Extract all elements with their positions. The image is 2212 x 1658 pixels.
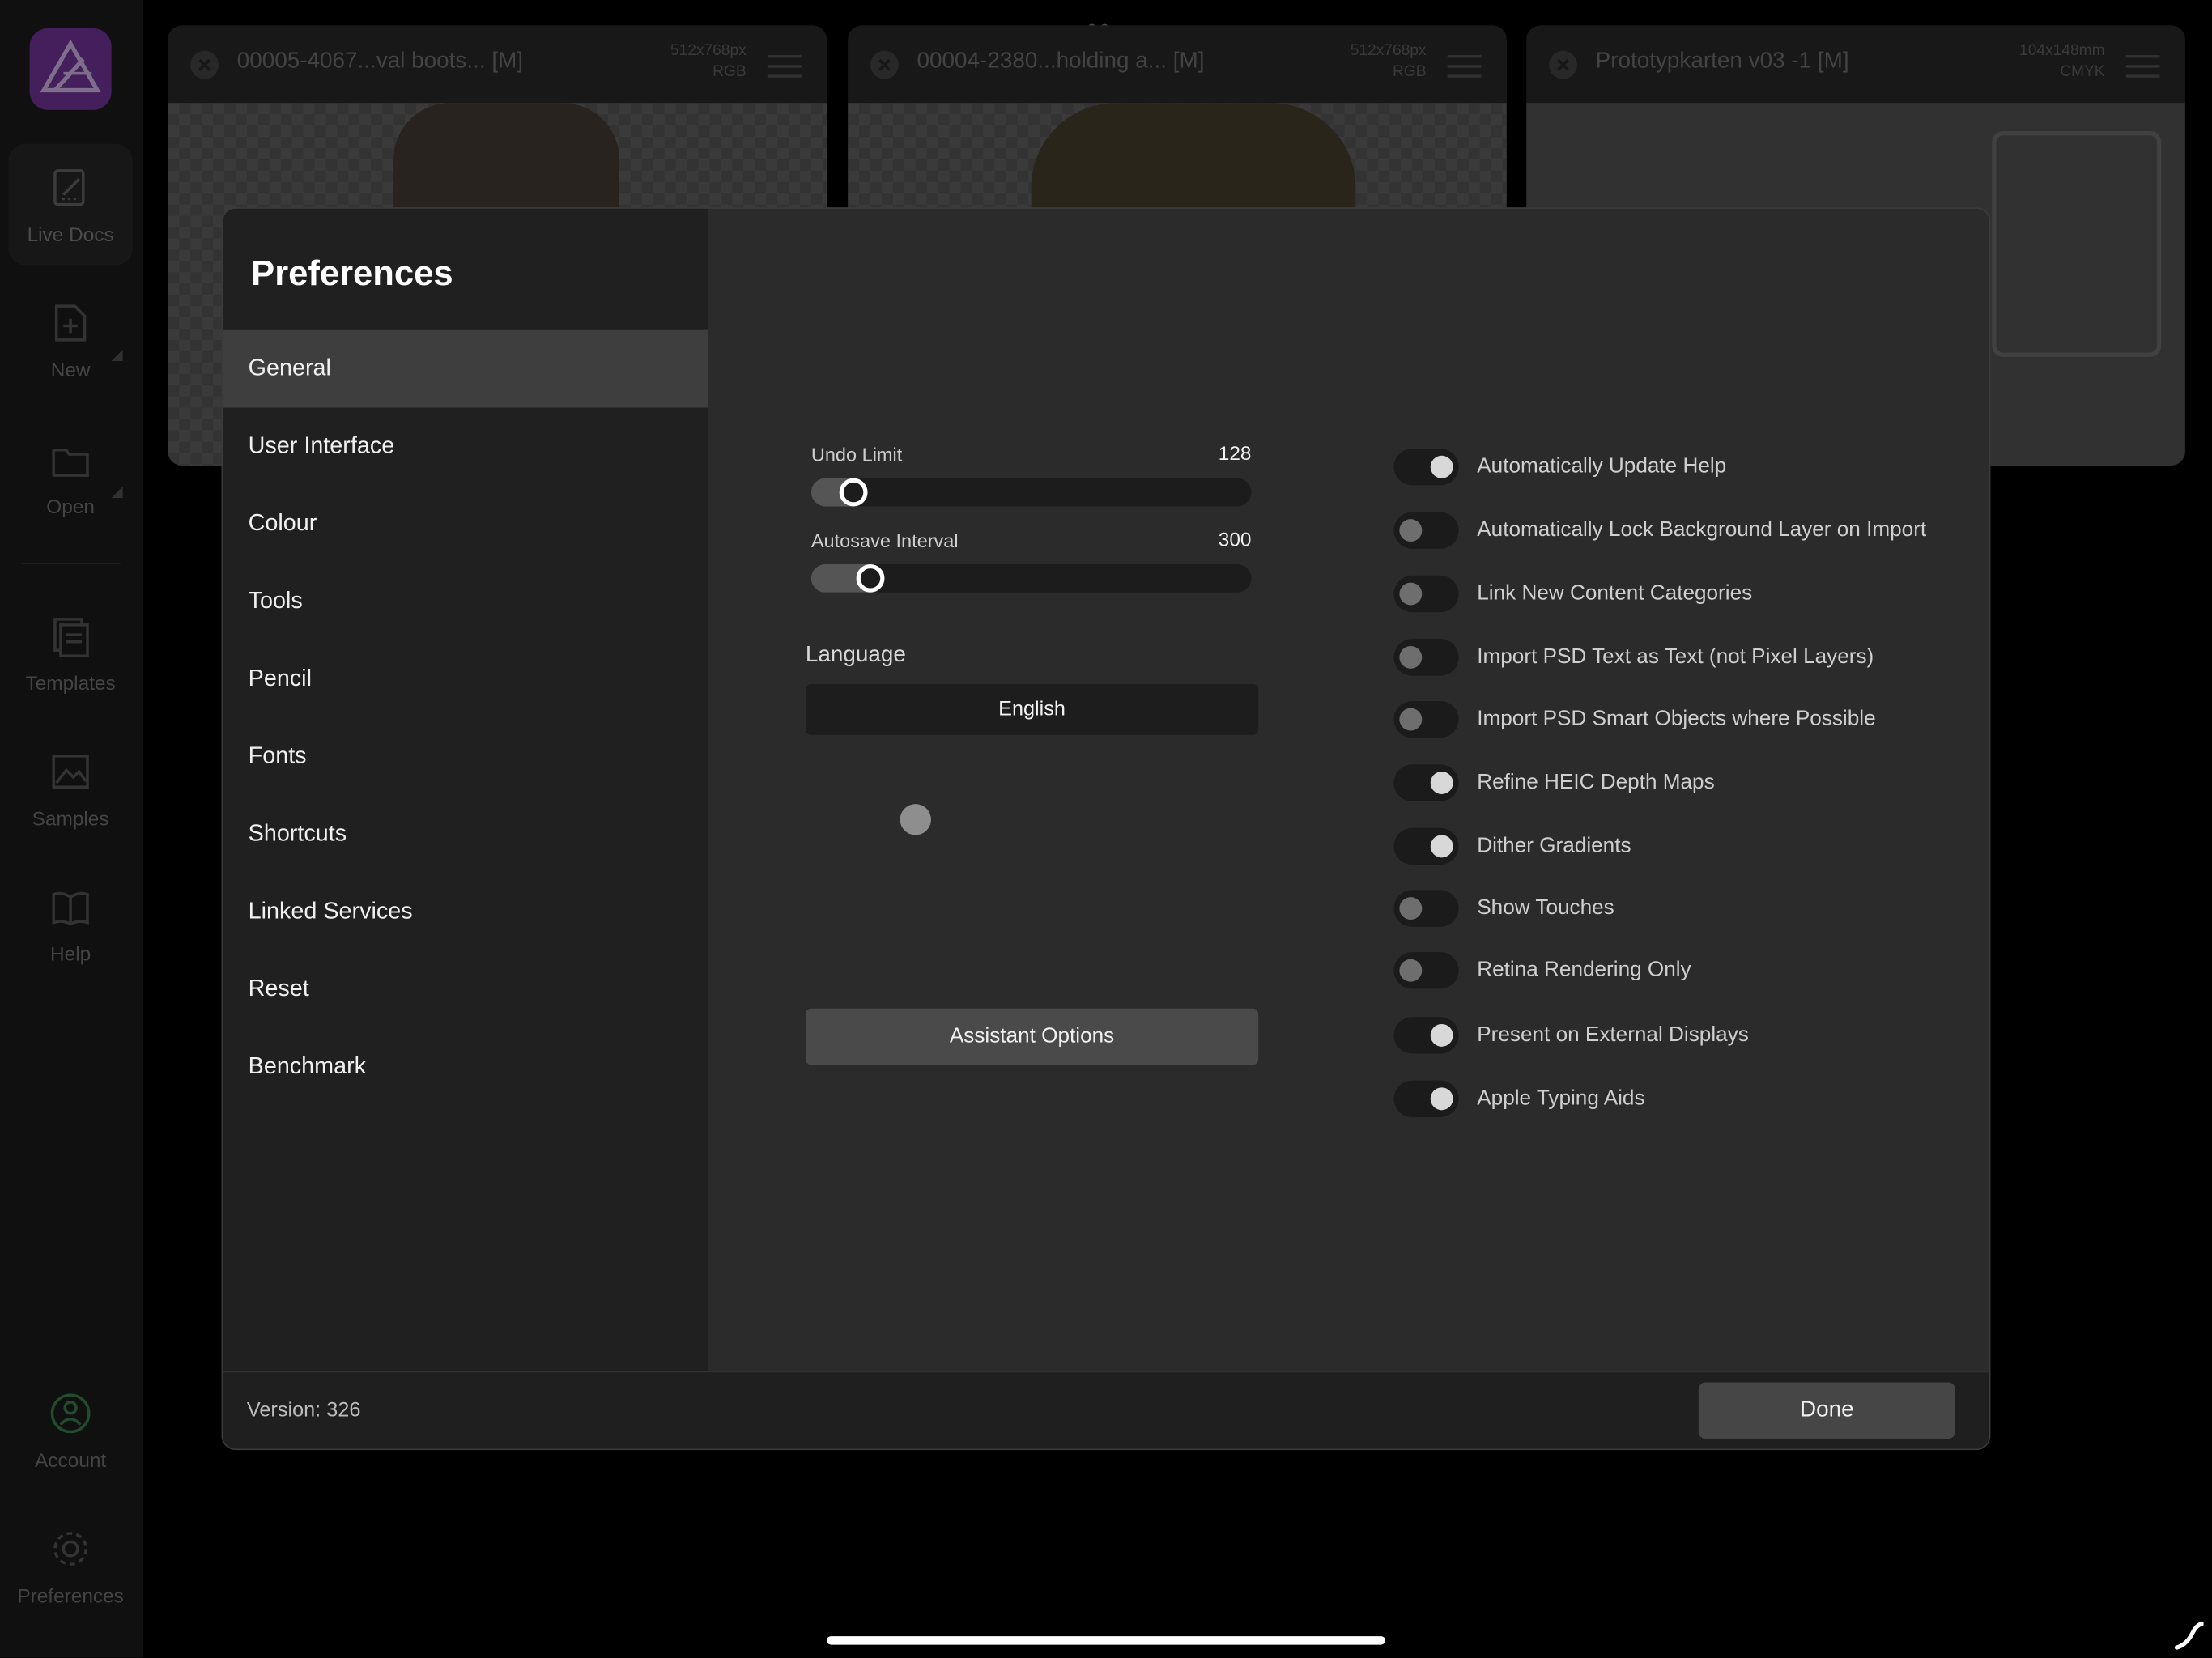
toggle-link-content[interactable] [1393,575,1459,613]
dialog-footer: Version: 326 Done [223,1371,1989,1449]
toggle-auto-update-help[interactable] [1393,449,1459,486]
category-colour[interactable]: Colour [223,485,708,563]
pencil-hover-icon [2174,1621,2204,1650]
preferences-dialog: Preferences General User Interface Colou… [221,207,1991,1451]
toggle-retina-rendering[interactable] [1393,952,1459,989]
category-pencil[interactable]: Pencil [223,640,708,718]
category-fonts[interactable]: Fonts [223,718,708,796]
category-shortcuts[interactable]: Shortcuts [223,796,708,874]
toggle-label: Automatically Update Help [1477,454,1727,478]
toggle-psd-text[interactable] [1393,639,1459,676]
toggle-thumb [1430,772,1453,794]
category-reset[interactable]: Reset [223,950,708,1028]
toggle-external-displays[interactable] [1393,1017,1459,1054]
toggle-label: Dither Gradients [1477,833,1631,858]
autosave-interval-label: Autosave Interval [810,530,959,552]
toggle-label: Retina Rendering Only [1477,958,1691,982]
toggle-psd-smart-objects[interactable] [1393,700,1459,738]
toggle-label: Import PSD Text as Text (not Pixel Layer… [1477,644,1874,669]
assistant-options-button[interactable]: Assistant Options [805,1008,1259,1065]
home-indicator[interactable] [827,1636,1385,1645]
toggle-thumb [1430,455,1453,478]
undo-limit-slider[interactable] [810,478,1252,507]
app-root: Live Docs New Open Templates Samples Hel… [0,0,2212,1658]
toggle-lock-background[interactable] [1393,512,1459,549]
undo-limit-value: 128 [1218,441,1252,465]
toggle-label: Present on External Displays [1477,1022,1749,1047]
toggle-thumb [1430,1023,1453,1047]
toggle-thumb [1399,708,1423,731]
slider-thumb[interactable] [856,563,884,593]
toggle-label: Import PSD Smart Objects where Possible [1477,706,1876,731]
toggle-thumb [1399,645,1423,669]
toggle-label: Refine HEIC Depth Maps [1477,770,1715,794]
undo-limit-label: Undo Limit [810,444,903,466]
category-user-interface[interactable]: User Interface [223,408,708,486]
toggle-thumb [1399,959,1423,982]
version-text: Version: 326 [246,1399,361,1422]
toggle-dither-gradients[interactable] [1393,827,1459,865]
toggle-label: Apple Typing Aids [1477,1086,1645,1111]
autosave-interval-value: 300 [1218,527,1252,551]
dialog-title: Preferences [251,253,453,294]
toggle-thumb [1399,519,1423,542]
toggle-thumb [1399,897,1423,920]
toggle-thumb [1399,582,1423,606]
category-general[interactable]: General [223,329,708,408]
toggle-heic-depth[interactable] [1393,764,1459,801]
category-tools[interactable]: Tools [223,563,708,640]
touch-indicator [900,804,931,835]
language-select[interactable]: English [805,684,1259,735]
category-linked-services[interactable]: Linked Services [223,874,708,951]
toggle-thumb [1430,835,1453,858]
done-button[interactable]: Done [1698,1382,1955,1439]
language-label: Language [805,643,906,668]
toggle-label: Show Touches [1477,895,1614,920]
category-benchmark[interactable]: Benchmark [223,1028,708,1106]
toggle-thumb [1430,1087,1453,1111]
preferences-category-list: Preferences General User Interface Colou… [223,208,708,1371]
toggle-typing-aids[interactable] [1393,1080,1459,1117]
toggle-label: Automatically Lock Background Layer on I… [1477,517,1927,542]
toggle-label: Link New Content Categories [1477,580,1753,606]
toggle-show-touches[interactable] [1393,890,1459,927]
